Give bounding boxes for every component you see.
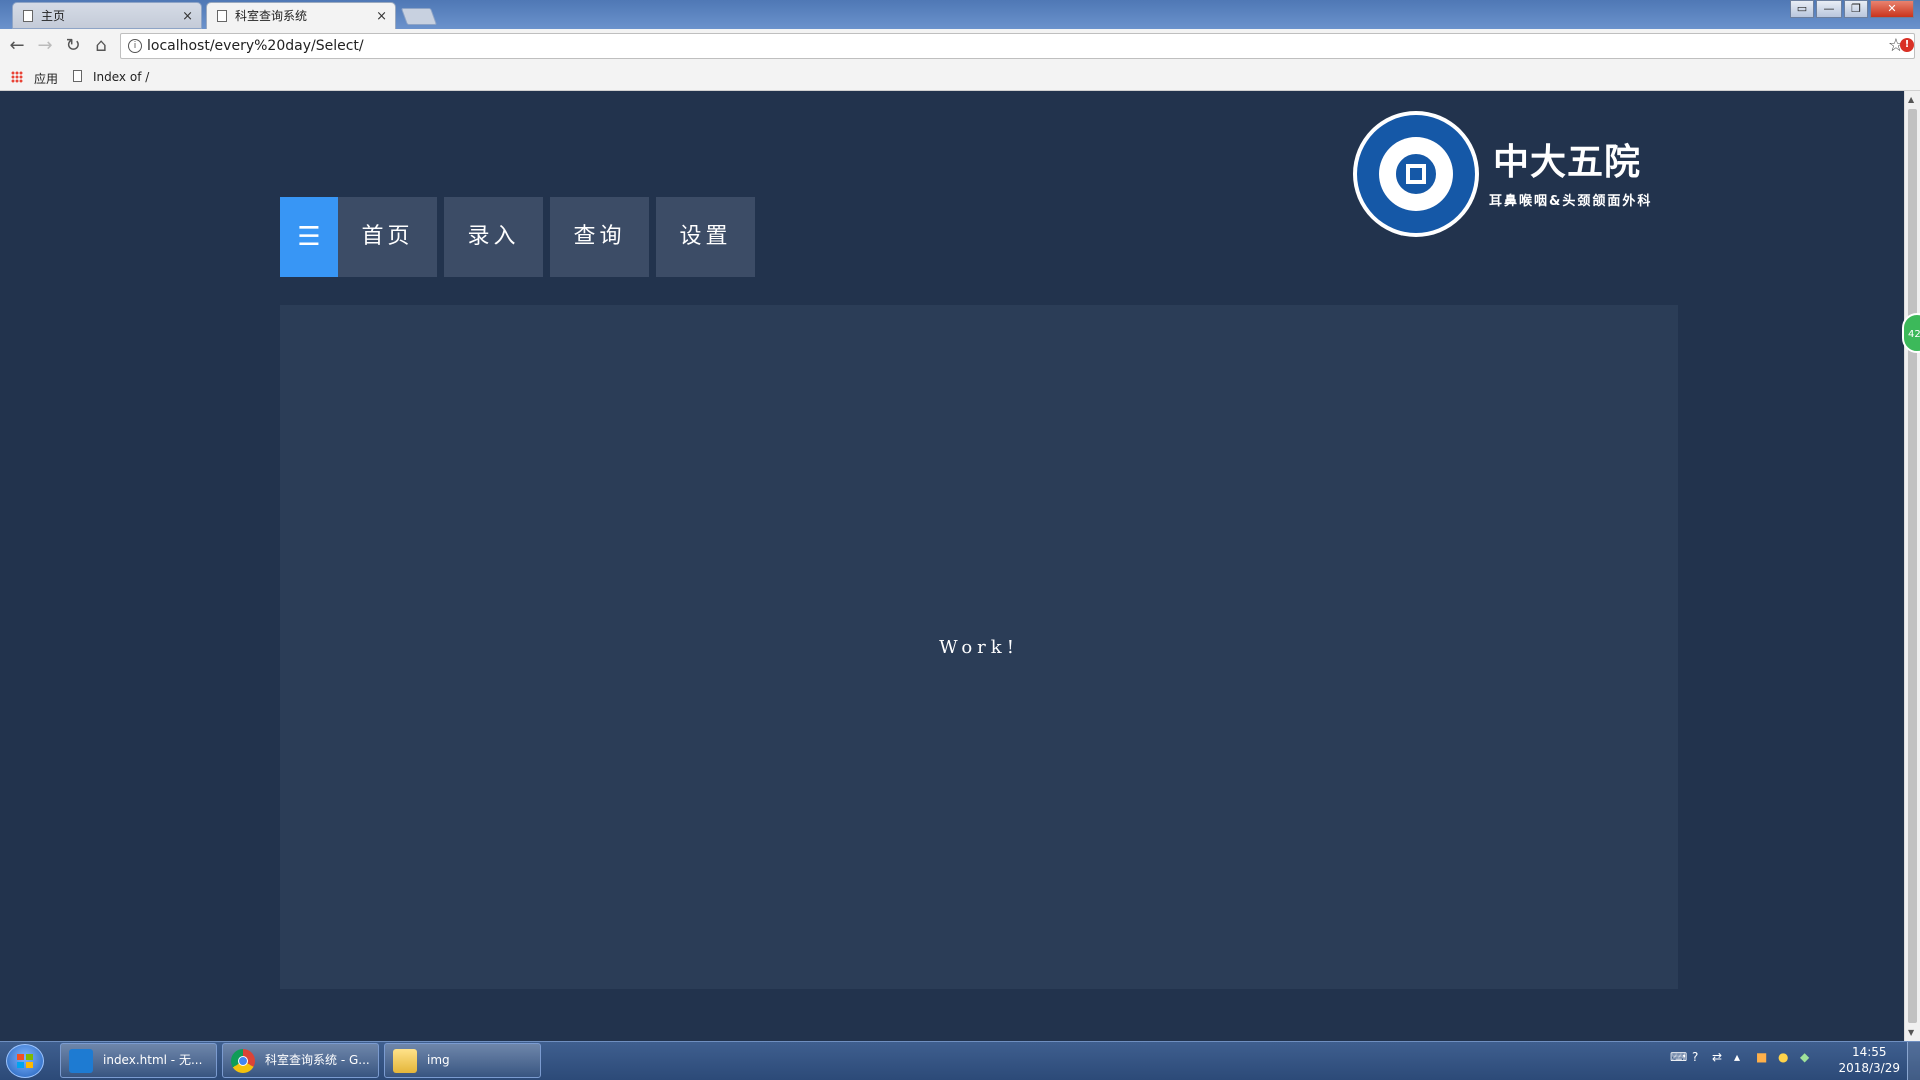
bookmark-apps[interactable]: 应用 — [34, 70, 58, 87]
tab-home[interactable]: 主页 × — [12, 2, 202, 29]
taskbar-item-label: 科室查询系统 - G... — [265, 1053, 370, 1067]
taskbar-item-folder[interactable]: img — [384, 1043, 541, 1078]
menu-button[interactable]: ☰ — [280, 197, 338, 277]
hospital-name: 中大五院 — [1493, 142, 1642, 183]
close-window-button[interactable]: ✕ — [1870, 0, 1914, 18]
nav-item-settings[interactable]: 设置 — [656, 197, 755, 277]
scrollbar-thumb[interactable] — [1908, 109, 1917, 1023]
start-button[interactable] — [6, 1044, 44, 1078]
page-icon — [23, 10, 33, 22]
nav-item-home[interactable]: 首页 — [338, 197, 437, 277]
tab-title: 科室查询系统 — [235, 9, 308, 23]
show-desktop-button[interactable] — [1907, 1042, 1920, 1080]
new-tab-button[interactable] — [400, 8, 438, 25]
clock-time: 14:55 — [1851, 1045, 1887, 1059]
department-name: 耳鼻喉咽&头颈颌面外科 — [1489, 194, 1653, 209]
scroll-down-icon[interactable]: ▼ — [1908, 1028, 1914, 1037]
clock-date: 2018/3/29 — [1838, 1061, 1900, 1075]
nav-item-entry[interactable]: 录入 — [444, 197, 543, 277]
close-icon[interactable]: × — [376, 3, 387, 30]
maximize-button[interactable]: ❐ — [1844, 0, 1868, 18]
help-icon[interactable]: ? — [1692, 1050, 1698, 1064]
minimize-button[interactable]: — — [1816, 0, 1842, 18]
address-bar[interactable]: i localhost/every%20day/Select/ ☆ — [120, 33, 1915, 59]
page-icon — [217, 10, 227, 22]
logo-mark-icon — [1390, 148, 1442, 200]
tab-strip: 主页 × 科室查询系统 × ▭ — ❐ ✕ — [0, 0, 1920, 29]
chrome-icon — [231, 1049, 255, 1073]
taskbar-item-chrome[interactable]: 科室查询系统 - G... — [222, 1043, 379, 1078]
main-nav: ☰ 首页 录入 查询 设置 — [280, 197, 762, 277]
show-hidden-icons-icon[interactable]: ▴ — [1734, 1050, 1740, 1064]
tray-app-icon[interactable]: ● — [1778, 1050, 1788, 1064]
user-switch-button[interactable]: ▭ — [1790, 0, 1814, 18]
nav-item-query[interactable]: 查询 — [550, 197, 649, 277]
shield-icon[interactable]: ◆ — [1800, 1050, 1809, 1064]
back-icon[interactable]: ← — [6, 35, 28, 56]
hospital-logo-emblem — [1353, 111, 1479, 237]
bookmarks-bar: 应用 Index of / — [0, 64, 1920, 91]
bookmark-index-of[interactable]: Index of / — [93, 70, 149, 84]
tab-query-system[interactable]: 科室查询系统 × — [206, 2, 396, 29]
reload-icon[interactable]: ↻ — [62, 35, 84, 56]
page-viewport: 中大五院 耳鼻喉咽&头颈颌面外科 ☰ 首页 录入 查询 设置 Work! — [0, 91, 1904, 1041]
floating-badge[interactable]: 42 — [1902, 313, 1920, 353]
taskbar-item-vscode[interactable]: index.html - 无... — [60, 1043, 217, 1078]
network-icon[interactable]: ⇄ — [1712, 1050, 1722, 1064]
vscode-icon — [69, 1049, 93, 1073]
apps-icon[interactable] — [11, 71, 23, 83]
system-clock[interactable]: 14:55 2018/3/29 — [1838, 1044, 1900, 1076]
content-panel: Work! — [280, 305, 1678, 989]
info-icon[interactable]: i — [128, 39, 142, 53]
forward-icon[interactable]: → — [34, 35, 56, 56]
keyboard-icon[interactable]: ⌨ — [1670, 1050, 1687, 1064]
extension-icon[interactable]: ! — [1900, 38, 1914, 52]
scroll-up-icon[interactable]: ▲ — [1908, 95, 1914, 104]
folder-icon — [393, 1049, 417, 1073]
browser-toolbar: ← → ↻ ⌂ i localhost/every%20day/Select/ … — [0, 29, 1920, 64]
vertical-scrollbar[interactable]: ▲ ▼ — [1904, 91, 1920, 1041]
close-icon[interactable]: × — [182, 3, 193, 30]
page-icon — [73, 70, 82, 82]
tray-app-icon[interactable]: ■ — [1756, 1050, 1767, 1064]
home-icon[interactable]: ⌂ — [90, 35, 112, 56]
taskbar: index.html - 无... 科室查询系统 - G... img ⌨ ? … — [0, 1041, 1920, 1080]
url-text[interactable]: localhost/every%20day/Select/ — [147, 38, 364, 54]
taskbar-item-label: img — [427, 1053, 450, 1067]
content-text: Work! — [939, 636, 1019, 658]
tab-title: 主页 — [41, 9, 66, 23]
taskbar-item-label: index.html - 无... — [103, 1053, 203, 1067]
